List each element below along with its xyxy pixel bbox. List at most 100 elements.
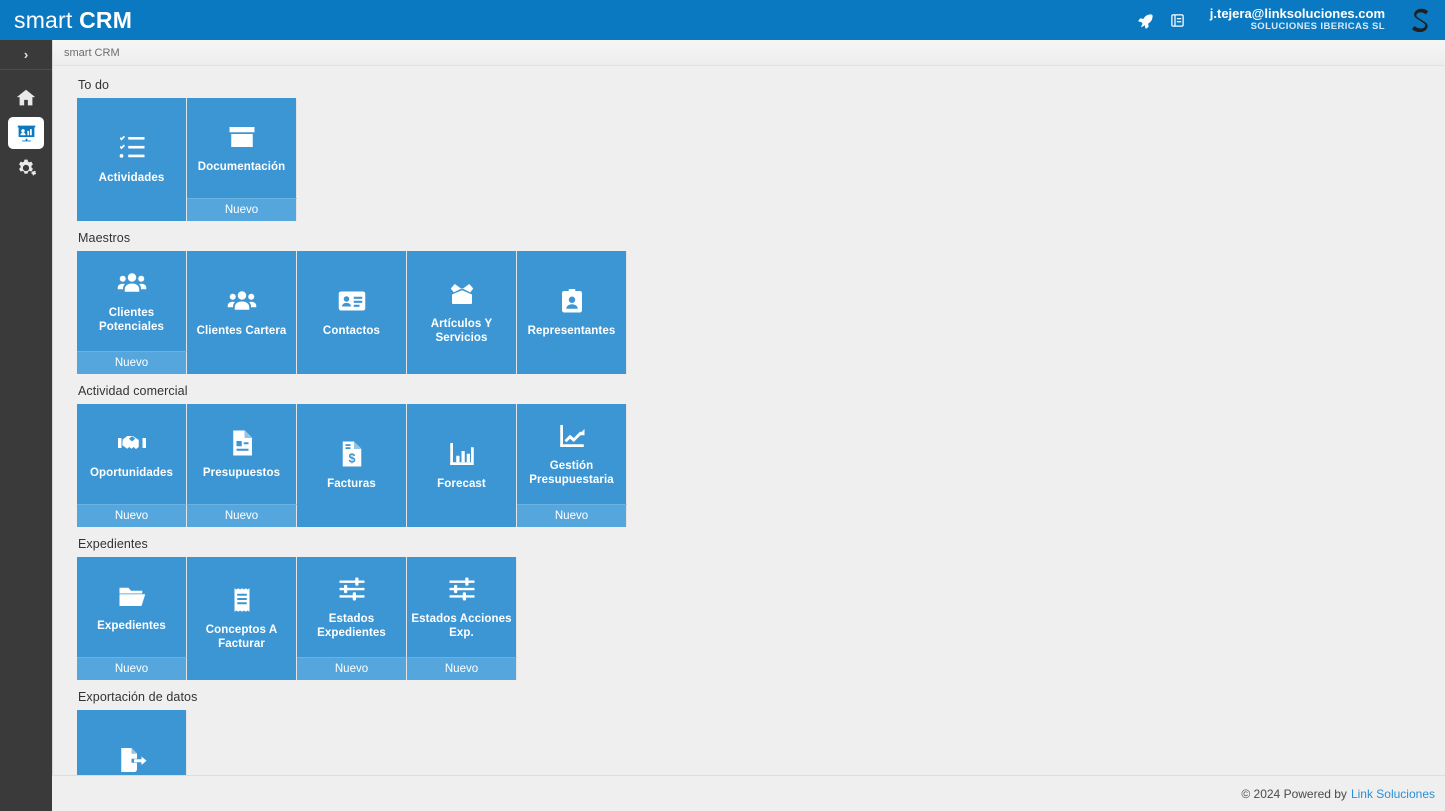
tile-row: Exportacion <box>77 710 1445 785</box>
tile-new-button[interactable]: Nuevo <box>77 504 187 527</box>
sidebar-item-settings[interactable] <box>0 148 52 188</box>
tile-expedientes[interactable]: Expedientes <box>77 557 187 657</box>
tile-group: Actividades <box>77 98 187 221</box>
tile-gesti-n-presupuestaria[interactable]: Gestión Presupuestaria <box>517 404 627 504</box>
footer-link-link-soluciones[interactable]: Link Soluciones <box>1351 787 1435 801</box>
tile-new-button[interactable]: Nuevo <box>407 657 517 680</box>
section-1: To doActividadesDocumentaciónNuevo <box>77 78 1445 221</box>
users-group-icon <box>117 268 147 298</box>
tile-forecast[interactable]: Forecast <box>407 404 517 527</box>
receipt-icon <box>227 585 257 615</box>
tile-actividades[interactable]: Actividades <box>77 98 187 221</box>
sidebar-expand-toggle[interactable]: › <box>0 40 52 70</box>
tile-group: Estados Expedientes Nuevo <box>297 557 407 680</box>
section-title: Exportación de datos <box>78 690 1445 704</box>
tile-new-button[interactable]: Nuevo <box>77 657 187 680</box>
link-soluciones-logo <box>1395 0 1445 40</box>
users-group-icon <box>227 286 257 316</box>
sliders-icon <box>447 574 477 604</box>
tile-label: Documentación <box>194 161 290 175</box>
section-title: Actividad comercial <box>78 384 1445 398</box>
badge-person-icon <box>557 286 587 316</box>
handshake-icon <box>117 428 147 458</box>
breadcrumb: smart CRM <box>53 40 1445 66</box>
tile-label: Artículos Y Servicios <box>407 318 516 345</box>
bar-chart-icon <box>447 439 477 469</box>
tile-facturas[interactable]: $ Facturas <box>297 404 407 527</box>
section-5: Exportación de datos Exportacion <box>77 690 1445 785</box>
section-title: Maestros <box>78 231 1445 245</box>
tile-estados-expedientes[interactable]: Estados Expedientes <box>297 557 407 657</box>
document-lines-icon <box>227 428 257 458</box>
checklist-icon <box>117 133 147 163</box>
section-3: Actividad comercial Oportunidades Nuevo Pre… <box>77 384 1445 527</box>
main-area: smart CRM To doActividadesDocumentaciónN… <box>52 40 1445 811</box>
folder-open-icon <box>117 581 147 611</box>
app-brand: smart CRM <box>0 9 132 32</box>
tile-label: Conceptos A Facturar <box>187 624 296 651</box>
tile-row: Clientes Potenciales NuevoClientes Carter… <box>77 251 1445 374</box>
tile-group: Estados Acciones Exp.Nuevo <box>407 557 517 680</box>
sidebar-item-home[interactable] <box>0 78 52 118</box>
tile-label: Forecast <box>433 478 490 492</box>
presentation-chart-icon <box>13 120 39 146</box>
dashboard-content: To doActividadesDocumentaciónNuevoMaestr… <box>53 66 1445 785</box>
tile-conceptos-a-facturar[interactable]: Conceptos A Facturar <box>187 557 297 680</box>
tile-group: Clientes Potenciales Nuevo <box>77 251 187 374</box>
tile-exportacion[interactable]: Exportacion <box>77 710 187 785</box>
tile-group: Documentación Nuevo <box>187 98 297 221</box>
tile-oportunidades[interactable]: Oportunidades <box>77 404 187 504</box>
invoice-dollar-icon: $ <box>337 439 367 469</box>
notes-icon[interactable] <box>1162 0 1194 40</box>
tile-presupuestos[interactable]: Presupuestos <box>187 404 297 504</box>
section-4: ExpedientesExpedientesNuevoConceptos A F… <box>77 537 1445 680</box>
tile-label: Clientes Potenciales <box>77 307 186 334</box>
tile-clientes-cartera[interactable]: Clientes Cartera <box>187 251 297 374</box>
tile-label: Oportunidades <box>86 467 177 481</box>
sidebar-item-dashboard[interactable] <box>9 118 43 148</box>
tile-label: Actividades <box>95 172 169 186</box>
tile-group: Conceptos A Facturar <box>187 557 297 680</box>
rocket-icon[interactable] <box>1130 0 1162 40</box>
svg-text:$: $ <box>348 451 355 465</box>
tile-label: Facturas <box>323 478 380 492</box>
brand-light: smart <box>14 7 79 33</box>
id-card-icon <box>337 286 367 316</box>
tile-group: $ Facturas <box>297 404 407 527</box>
tile-documentaci-n[interactable]: Documentación <box>187 98 297 198</box>
tile-contactos[interactable]: Contactos <box>297 251 407 374</box>
tile-label: Presupuestos <box>199 467 284 481</box>
sidebar-spacer <box>0 70 52 78</box>
left-sidebar: › <box>0 40 52 811</box>
tile-new-button[interactable]: Nuevo <box>187 504 297 527</box>
user-account-block[interactable]: j.tejera@linksoluciones.com SOLUCIONES I… <box>1194 7 1395 33</box>
tile-new-button[interactable]: Nuevo <box>297 657 407 680</box>
tile-row: Oportunidades Nuevo Presupuestos Nuevo $ Fact… <box>77 404 1445 527</box>
section-2: Maestros Clientes Potenciales NuevoCliente… <box>77 231 1445 374</box>
tile-group: Forecast <box>407 404 517 527</box>
tile-label: Contactos <box>319 325 384 339</box>
tile-new-button[interactable]: Nuevo <box>77 351 187 374</box>
tile-art-culos-y-servicios[interactable]: Artículos Y Servicios <box>407 251 517 374</box>
tile-group: ExpedientesNuevo <box>77 557 187 680</box>
tile-representantes[interactable]: Representantes <box>517 251 627 374</box>
tile-group: Oportunidades Nuevo <box>77 404 187 527</box>
topbar-right-group: j.tejera@linksoluciones.com SOLUCIONES I… <box>1130 0 1445 40</box>
tile-label: Estados Expedientes <box>297 613 406 640</box>
tile-estados-acciones-exp[interactable]: Estados Acciones Exp. <box>407 557 517 657</box>
tile-group: Exportacion <box>77 710 187 785</box>
breadcrumb-current: smart CRM <box>64 47 120 59</box>
user-company: SOLUCIONES IBERICAS SL <box>1251 22 1385 33</box>
tile-clientes-potenciales[interactable]: Clientes Potenciales <box>77 251 187 351</box>
tile-row: Actividades Documentación Nuevo <box>77 98 1445 221</box>
top-app-bar: smart CRM j.tejera@linksoluciones.com SO… <box>0 0 1445 40</box>
section-title: Expedientes <box>78 537 1445 551</box>
file-export-icon <box>117 745 147 775</box>
tile-label: Gestión Presupuestaria <box>517 460 626 487</box>
open-box-icon <box>447 279 477 309</box>
gears-icon <box>13 155 39 181</box>
tile-new-button[interactable]: Nuevo <box>517 504 627 527</box>
footer-copyright: © 2024 Powered by <box>1241 787 1347 801</box>
tile-new-button[interactable]: Nuevo <box>187 198 297 221</box>
tile-row: ExpedientesNuevoConceptos A FacturarEsta… <box>77 557 1445 680</box>
